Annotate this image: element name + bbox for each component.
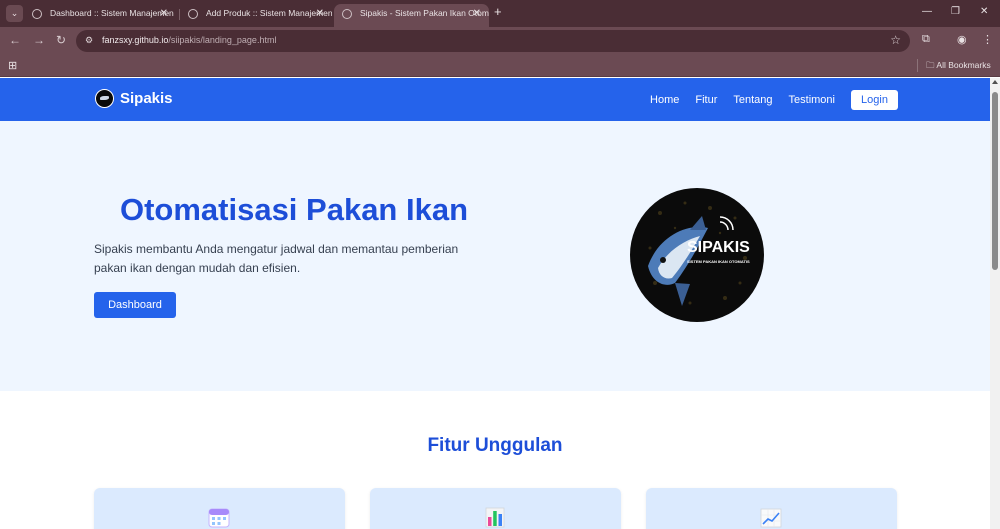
page-viewport: Sipakis Home Fitur Tentang Testimoni Log… [0,78,990,529]
globe-icon [342,9,352,19]
nav-link-tentang[interactable]: Tentang [733,94,772,106]
features-section: Fitur Unggulan [0,391,990,529]
fish-logo-icon [95,89,114,108]
bookmark-star-icon[interactable]: ☆ [890,33,901,47]
close-tab-icon[interactable]: ✕ [473,4,481,23]
hero-description: Sipakis membantu Anda mengatur jadwal da… [94,242,459,275]
browser-toolbar: ← → ↻ ⚙ fanzsxy.github.io/siipakis/landi… [0,27,1000,55]
features-title: Fitur Unggulan [427,435,563,456]
calendar-icon [208,508,230,528]
feature-card [94,488,345,529]
svg-text:SISTEM PAKAN IKAN OTOMATIS: SISTEM PAKAN IKAN OTOMATIS [687,259,750,264]
folder-icon: 🗀 [926,60,935,70]
menu-icon[interactable]: ⋮ [982,33,993,46]
all-bookmarks-folder[interactable]: 🗀 All Bookmarks [926,60,991,74]
extensions-icon[interactable]: ⧉ [922,33,930,46]
minimize-icon[interactable]: — [922,6,932,17]
brand-name: Sipakis [120,90,173,107]
svg-text:SIPAKIS: SIPAKIS [687,239,750,256]
close-window-icon[interactable]: ✕ [980,6,988,17]
tab-search-button[interactable]: ⌄ [6,5,23,22]
browser-tab-bar: ⌄ Dashboard :: Sistem Manajemen ✕ Add Pr… [0,0,1000,27]
scroll-thumb[interactable] [992,92,998,270]
bookmarks-divider [917,59,918,72]
feature-card [370,488,621,529]
apps-grid-icon[interactable]: ⊞ [8,59,17,72]
profile-avatar[interactable]: ◉ [957,33,967,46]
hero-section: Otomatisasi Pakan Ikan Sipakis membantu … [0,121,990,391]
fish-logo-illustration: SIPAKIS SISTEM PAKAN IKAN OTOMATIS [648,201,750,306]
feature-card [646,488,897,529]
hero-title: Otomatisasi Pakan Ikan [119,192,469,227]
nav-link-testimoni[interactable]: Testimoni [789,94,835,106]
globe-icon [32,9,42,19]
forward-icon[interactable]: → [33,33,45,47]
site-info-icon[interactable]: ⚙ [85,35,93,46]
bookmarks-bar: ⊞ 🗀 All Bookmarks [0,55,1000,77]
brand[interactable]: Sipakis [95,89,173,108]
trend-chart-icon [760,508,782,528]
browser-tab-sipakis[interactable]: Sipakis - Sistem Pakan Ikan Otomatis ✕ [334,4,489,27]
login-button[interactable]: Login [851,89,898,110]
nav-link-home[interactable]: Home [650,94,679,106]
bar-chart-icon [485,507,505,528]
reload-icon[interactable]: ↻ [56,33,66,47]
browser-tab-add-produk[interactable]: Add Produk :: Sistem Manajemen ✕ [180,4,332,27]
close-tab-icon[interactable]: ✕ [316,4,324,23]
new-tab-icon[interactable]: + [494,4,502,19]
browser-tab-dashboard[interactable]: Dashboard :: Sistem Manajemen ✕ [24,4,176,27]
close-tab-icon[interactable]: ✕ [160,4,168,23]
dashboard-button[interactable]: Dashboard [94,292,176,318]
address-bar[interactable]: ⚙ fanzsxy.github.io/siipakis/landing_pag… [76,30,910,52]
scroll-up-arrow-icon[interactable] [992,80,998,84]
nav-links: Home Fitur Tentang Testimoni Login [634,78,898,121]
site-navbar: Sipakis Home Fitur Tentang Testimoni Log… [0,78,990,121]
page-scrollbar[interactable] [990,78,1000,529]
globe-icon [188,9,198,19]
back-icon[interactable]: ← [9,33,21,47]
restore-icon[interactable]: ❐ [951,6,960,17]
sipakis-logo-image: SIPAKIS SISTEM PAKAN IKAN OTOMATIS [630,188,764,322]
nav-link-fitur[interactable]: Fitur [695,94,717,106]
url-text: fanzsxy.github.io/siipakis/landing_page.… [102,35,277,45]
